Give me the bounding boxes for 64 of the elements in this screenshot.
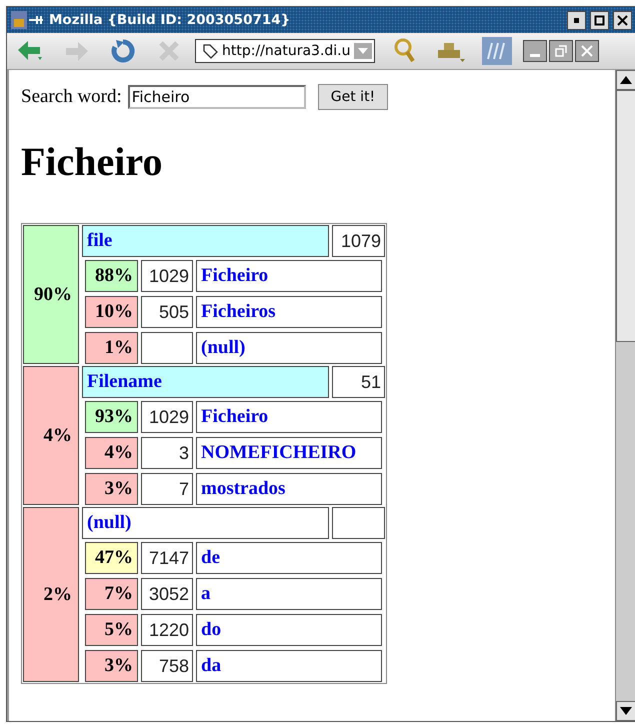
percent-cell: 5% <box>85 614 138 646</box>
count-cell: 51 <box>332 366 385 398</box>
count-cell: 1029 <box>141 401 193 433</box>
maximize-button[interactable] <box>590 10 609 30</box>
tag-icon <box>202 43 218 59</box>
percent-cell: 88% <box>85 260 138 292</box>
group-percent: 2% <box>23 507 79 682</box>
translation-cell: de <box>196 542 382 574</box>
percent-cell: 10% <box>85 296 138 328</box>
search-input[interactable]: Ficheiro <box>128 85 306 109</box>
down-arrow-icon <box>620 707 632 715</box>
count-cell: 505 <box>141 296 193 328</box>
document-close-button[interactable] <box>575 40 599 62</box>
document-minimize-button[interactable] <box>523 40 547 62</box>
window-title: Mozilla {Build ID: 2003050714} <box>49 12 292 28</box>
scrollbar[interactable] <box>615 70 635 721</box>
group-percent: 90% <box>23 225 79 364</box>
translation-cell: Ficheiros <box>196 296 382 328</box>
close-icon <box>617 14 628 26</box>
restore-icon <box>554 44 568 58</box>
count-cell: 758 <box>141 650 193 682</box>
minimize-icon <box>530 54 540 56</box>
translation-cell: mostrados <box>196 473 382 505</box>
group-percent: 4% <box>23 366 79 505</box>
count-cell: 1220 <box>141 614 193 646</box>
pin-button[interactable] <box>567 10 586 30</box>
count-cell <box>141 332 193 364</box>
percent-cell: 93% <box>85 401 138 433</box>
count-cell: 7 <box>141 473 193 505</box>
translation-cell: da <box>196 650 382 682</box>
percent-cell: 7% <box>85 578 138 610</box>
close-button[interactable] <box>613 10 632 30</box>
search-label: Search word: <box>21 86 122 108</box>
percent-cell: 47% <box>85 542 138 574</box>
document-restore-button[interactable] <box>549 40 573 62</box>
app-icon <box>11 11 45 29</box>
translation-cell: Ficheiro <box>196 260 382 292</box>
maximize-icon <box>594 14 605 26</box>
page-heading: Ficheiro <box>21 138 164 185</box>
scroll-up-button[interactable] <box>616 70 635 90</box>
count-cell: 3 <box>141 437 193 469</box>
count-cell: 1029 <box>141 260 193 292</box>
percent-cell: 3% <box>85 473 138 505</box>
translation-cell: Ficheiro <box>196 401 382 433</box>
up-arrow-icon <box>620 76 632 84</box>
count-cell: 7147 <box>141 542 193 574</box>
count-cell <box>332 507 385 539</box>
word-cell: (null) <box>82 507 329 539</box>
word-cell: Filename <box>82 366 329 398</box>
percent-cell: 3% <box>85 650 138 682</box>
translation-cell: (null) <box>196 332 382 364</box>
translation-cell: a <box>196 578 382 610</box>
scroll-thumb[interactable] <box>616 90 635 342</box>
url-field[interactable]: http://natura3.di.u <box>195 39 375 63</box>
translation-cell: NOMEFICHEIRO <box>196 437 382 469</box>
count-cell: 3052 <box>141 578 193 610</box>
scroll-down-button[interactable] <box>616 701 635 721</box>
translation-cell: do <box>196 614 382 646</box>
word-cell: file <box>82 225 329 257</box>
count-cell: 1079 <box>332 225 385 257</box>
percent-cell: 4% <box>85 437 138 469</box>
close-icon <box>580 44 594 58</box>
get-it-button[interactable]: Get it! <box>318 84 388 110</box>
percent-cell: 1% <box>85 332 138 364</box>
